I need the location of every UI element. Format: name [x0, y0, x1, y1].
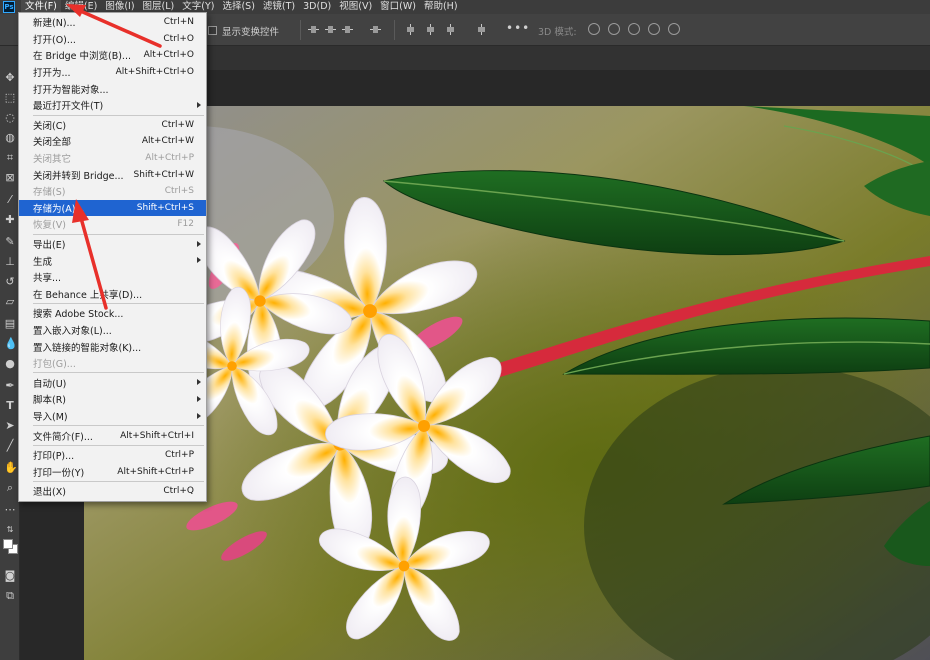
menu-divider: [33, 303, 204, 305]
quick-select-tool-icon[interactable]: ◍: [4, 132, 16, 144]
align-right-icon[interactable]: [445, 24, 456, 35]
slide-3d-icon[interactable]: [648, 23, 660, 35]
pan-3d-icon[interactable]: [628, 23, 640, 35]
menu-window[interactable]: 窗口(W): [376, 0, 420, 14]
menu-divider: [33, 425, 204, 427]
menu-item-save-as[interactable]: 存储为(A)... Shift+Ctrl+S: [19, 199, 206, 217]
menu-filter[interactable]: 滤镜(T): [259, 0, 299, 14]
pen-tool-icon[interactable]: ✒: [4, 380, 16, 392]
menu-item-revert[interactable]: 恢复(V) F12: [19, 216, 206, 233]
submenu-arrow-icon: [197, 257, 201, 264]
dodge-tool-icon[interactable]: ●: [4, 358, 16, 370]
show-transform-label: 显示变换控件: [222, 27, 280, 38]
menu-3d[interactable]: 3D(D): [299, 0, 335, 14]
divider: [394, 20, 395, 40]
menu-divider: [33, 444, 204, 446]
menu-item-print[interactable]: 打印(P)... Ctrl+P: [19, 447, 206, 464]
menu-item-save[interactable]: 存储(S) Ctrl+S: [19, 183, 206, 200]
distribute-horizontal-icon[interactable]: [476, 24, 487, 35]
menu-item-close-go-bridge[interactable]: 关闭并转到 Bridge... Shift+Ctrl+W: [19, 166, 206, 183]
submenu-arrow-icon: [197, 412, 201, 419]
zoom-tool-icon[interactable]: ⌕: [4, 482, 16, 494]
document-background: [84, 70, 930, 106]
distribute-vertical-icon[interactable]: [370, 24, 381, 35]
menu-divider: [33, 481, 204, 483]
menu-item-open-smart-object[interactable]: 打开为智能对象...: [19, 80, 206, 97]
line-tool-icon[interactable]: ╱: [4, 440, 16, 452]
menu-item-new[interactable]: 新建(N)... Ctrl+N: [19, 14, 206, 31]
menu-help[interactable]: 帮助(H): [420, 0, 462, 14]
menu-item-browse-bridge[interactable]: 在 Bridge 中浏览(B)... Alt+Ctrl+O: [19, 47, 206, 64]
mode-3d-label: 3D 模式:: [538, 27, 577, 38]
menu-item-exit[interactable]: 退出(X) Ctrl+Q: [19, 483, 206, 500]
photoshop-logo-icon: Ps: [3, 1, 15, 13]
eraser-tool-icon[interactable]: ▱: [4, 296, 16, 308]
menu-item-search-adobe-stock[interactable]: 搜索 Adobe Stock...: [19, 305, 206, 322]
menu-item-export[interactable]: 导出(E): [19, 236, 206, 253]
menu-item-open[interactable]: 打开(O)... Ctrl+O: [19, 31, 206, 48]
lasso-tool-icon[interactable]: ◌: [4, 112, 16, 124]
submenu-arrow-icon: [197, 396, 201, 403]
submenu-arrow-icon: [197, 240, 201, 247]
screen-mode-icon[interactable]: ⧉: [4, 590, 16, 602]
menu-divider: [33, 233, 204, 235]
align-horizontal-center-icon[interactable]: [425, 24, 436, 35]
menu-item-package[interactable]: 打包(G)...: [19, 355, 206, 372]
clone-stamp-tool-icon[interactable]: ⊥: [4, 256, 16, 268]
submenu-arrow-icon: [197, 101, 201, 108]
edit-toolbar-icon[interactable]: ⋯: [4, 504, 16, 516]
menu-item-close-others[interactable]: 关闭其它 Alt+Ctrl+P: [19, 150, 206, 167]
align-bottom-icon[interactable]: [342, 24, 353, 35]
menu-item-open-as[interactable]: 打开为... Alt+Shift+Ctrl+O: [19, 64, 206, 81]
menu-item-print-one-copy[interactable]: 打印一份(Y) Alt+Shift+Ctrl+P: [19, 463, 206, 480]
crop-tool-icon[interactable]: ⌗: [4, 152, 16, 164]
scale-3d-icon[interactable]: [668, 23, 680, 35]
menu-select[interactable]: 选择(S): [218, 0, 258, 14]
tools-panel: ✥ ⬚ ◌ ◍ ⌗ ⊠ ⁄ ✚ ✎ ⊥ ↺ ▱ ▤ 💧 ● ✒ T ➤ ╱ ✋ …: [0, 46, 20, 660]
menu-item-place-linked[interactable]: 置入链接的智能对象(K)...: [19, 338, 206, 355]
align-top-icon[interactable]: [308, 24, 319, 35]
type-tool-icon[interactable]: T: [4, 400, 16, 412]
menu-item-share-behance[interactable]: 在 Behance 上共享(D)...: [19, 286, 206, 303]
document-canvas[interactable]: [84, 106, 930, 660]
move-tool-icon[interactable]: ✥: [4, 72, 16, 84]
marquee-tool-icon[interactable]: ⬚: [4, 92, 16, 104]
frame-tool-icon[interactable]: ⊠: [4, 172, 16, 184]
swap-colors-icon[interactable]: ⇅: [4, 524, 16, 536]
healing-brush-tool-icon[interactable]: ✚: [4, 214, 16, 226]
menu-view[interactable]: 视图(V): [335, 0, 376, 14]
file-menu-dropdown: 新建(N)... Ctrl+N 打开(O)... Ctrl+O 在 Bridge 中…: [18, 12, 207, 502]
menu-item-file-info[interactable]: 文件简介(F)... Alt+Shift+Ctrl+I: [19, 427, 206, 444]
align-vertical-center-icon[interactable]: [325, 24, 336, 35]
menu-item-place-embedded[interactable]: 置入嵌入对象(L)...: [19, 322, 206, 339]
foreground-color-swatch[interactable]: [3, 539, 13, 549]
path-select-tool-icon[interactable]: ➤: [4, 420, 16, 432]
orbit-3d-icon[interactable]: [588, 23, 600, 35]
menu-item-close[interactable]: 关闭(C) Ctrl+W: [19, 117, 206, 134]
history-brush-tool-icon[interactable]: ↺: [4, 276, 16, 288]
menu-divider: [33, 372, 204, 374]
hand-tool-icon[interactable]: ✋: [4, 462, 18, 474]
align-left-icon[interactable]: [405, 24, 416, 35]
menu-item-share[interactable]: 共享...: [19, 269, 206, 286]
eyedropper-tool-icon[interactable]: ⁄: [4, 194, 16, 206]
menu-item-close-all[interactable]: 关闭全部 Alt+Ctrl+W: [19, 133, 206, 150]
menu-item-generate[interactable]: 生成: [19, 252, 206, 269]
roll-3d-icon[interactable]: [608, 23, 620, 35]
flower-photo: [84, 106, 930, 660]
menu-item-recent-files[interactable]: 最近打开文件(T): [19, 97, 206, 114]
quick-mask-icon[interactable]: ◙: [4, 570, 16, 582]
menu-divider: [33, 114, 204, 116]
gradient-tool-icon[interactable]: ▤: [4, 318, 16, 330]
blur-tool-icon[interactable]: 💧: [4, 338, 18, 350]
submenu-arrow-icon: [197, 379, 201, 386]
divider: [300, 20, 301, 40]
more-options-icon[interactable]: •••: [506, 21, 530, 35]
show-transform-checkbox[interactable]: [208, 26, 217, 35]
menu-item-automate[interactable]: 自动(U): [19, 374, 206, 391]
menu-item-import[interactable]: 导入(M): [19, 408, 206, 425]
brush-tool-icon[interactable]: ✎: [4, 236, 16, 248]
menu-item-scripts[interactable]: 脚本(R): [19, 391, 206, 408]
